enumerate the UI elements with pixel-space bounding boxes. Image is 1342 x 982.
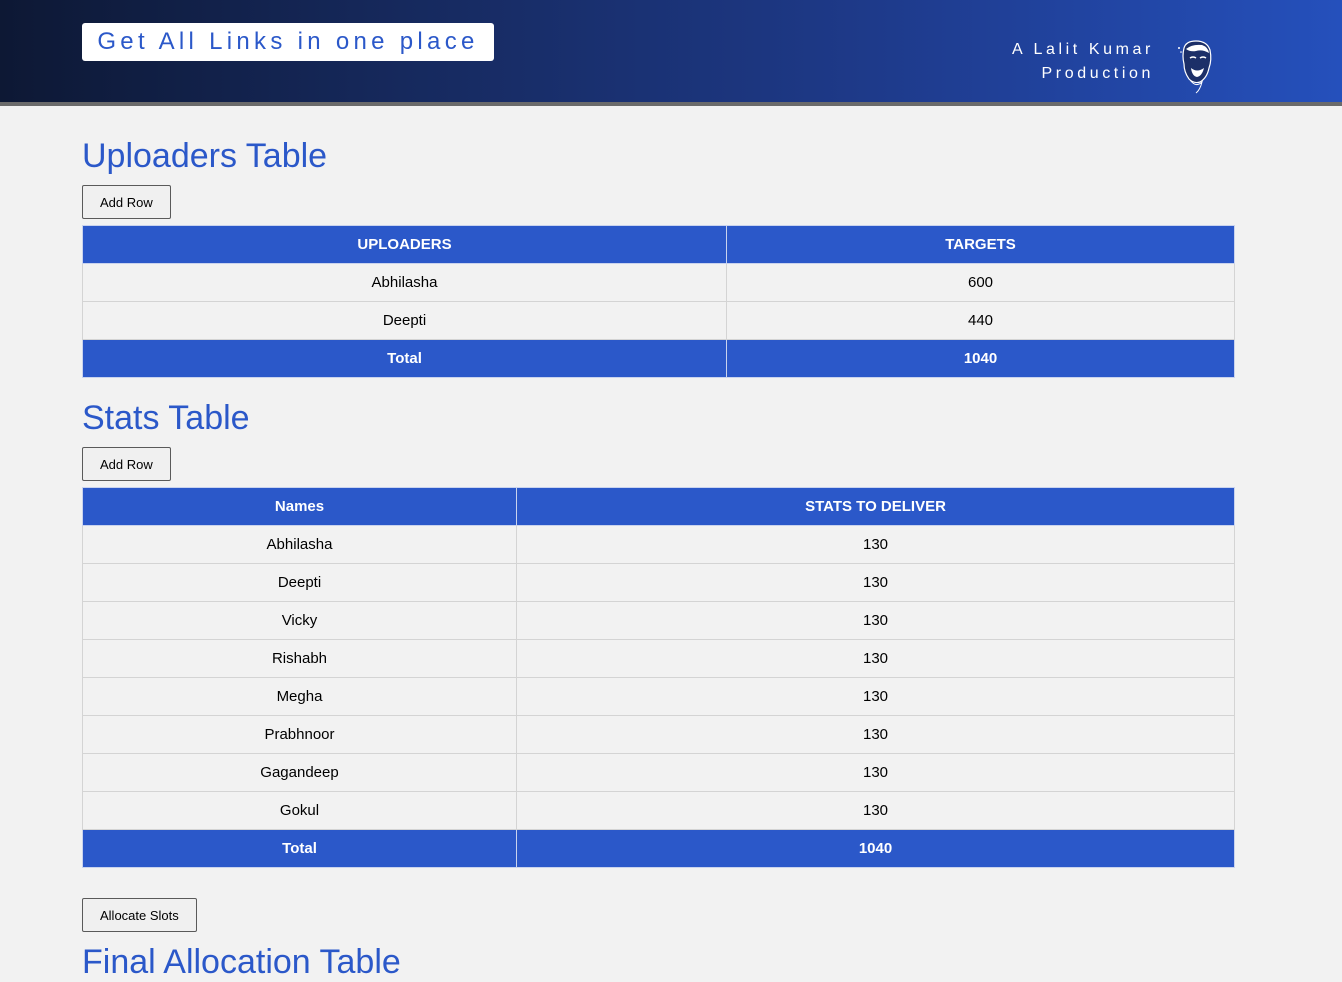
stats-value-cell[interactable]: 130 <box>516 715 1235 754</box>
stats-name-cell[interactable]: Deepti <box>82 563 517 602</box>
table-header-row: UPLOADERS TARGETS <box>82 225 1235 264</box>
stats-name-cell[interactable]: Prabhnoor <box>82 715 517 754</box>
target-value-cell[interactable]: 600 <box>726 263 1235 302</box>
uploader-name-cell[interactable]: Abhilasha <box>82 263 727 302</box>
column-header-names: Names <box>82 487 517 526</box>
stats-value-cell[interactable]: 130 <box>516 601 1235 640</box>
stats-name-cell[interactable]: Gagandeep <box>82 753 517 792</box>
total-label: Total <box>82 339 727 378</box>
table-row: Gagandeep 130 <box>82 753 1235 792</box>
total-row: Total 1040 <box>82 829 1235 868</box>
table-row: Abhilasha 130 <box>82 525 1235 564</box>
table-row: Megha 130 <box>82 677 1235 716</box>
stats-title: Stats Table <box>82 399 250 437</box>
stats-value-cell[interactable]: 130 <box>516 563 1235 602</box>
total-row: Total 1040 <box>82 339 1235 378</box>
stats-add-row-button[interactable]: Add Row <box>82 447 171 481</box>
total-label: Total <box>82 829 517 868</box>
stats-name-cell[interactable]: Rishabh <box>82 639 517 678</box>
table-row: Abhilasha 600 <box>82 263 1235 302</box>
credit-text: A Lalit Kumar Production <box>990 38 1154 86</box>
table-row: Prabhnoor 130 <box>82 715 1235 754</box>
stats-value-cell[interactable]: 130 <box>516 677 1235 716</box>
column-header-stats-to-deliver: STATS TO DELIVER <box>516 487 1235 526</box>
table-row: Rishabh 130 <box>82 639 1235 678</box>
target-value-cell[interactable]: 440 <box>726 301 1235 340</box>
final-allocation-title: Final Allocation Table <box>82 943 401 981</box>
brand-banner[interactable]: Get All Links in one place <box>82 23 494 61</box>
uploader-name-cell[interactable]: Deepti <box>82 301 727 340</box>
stats-name-cell[interactable]: Gokul <box>82 791 517 830</box>
uploaders-add-row-button[interactable]: Add Row <box>82 185 171 219</box>
stats-value-cell[interactable]: 130 <box>516 525 1235 564</box>
stats-table: Names STATS TO DELIVER Abhilasha 130 Dee… <box>82 487 1235 868</box>
stats-value-cell[interactable]: 130 <box>516 791 1235 830</box>
table-header-row: Names STATS TO DELIVER <box>82 487 1235 526</box>
uploaders-table: UPLOADERS TARGETS Abhilasha 600 Deepti 4… <box>82 225 1235 378</box>
stats-name-cell[interactable]: Megha <box>82 677 517 716</box>
stats-name-cell[interactable]: Vicky <box>82 601 517 640</box>
table-row: Gokul 130 <box>82 791 1235 830</box>
stats-name-cell[interactable]: Abhilasha <box>82 525 517 564</box>
app-header: Get All Links in one place A Lalit Kumar… <box>0 0 1342 106</box>
total-value: 1040 <box>726 339 1235 378</box>
column-header-uploaders: UPLOADERS <box>82 225 727 264</box>
stats-value-cell[interactable]: 130 <box>516 639 1235 678</box>
brand-title: Get All Links in one place <box>97 28 479 55</box>
table-row: Vicky 130 <box>82 601 1235 640</box>
total-value: 1040 <box>516 829 1235 868</box>
column-header-targets: TARGETS <box>726 225 1235 264</box>
credit-line-1: A Lalit Kumar <box>1012 41 1154 58</box>
table-row: Deepti 130 <box>82 563 1235 602</box>
stats-value-cell[interactable]: 130 <box>516 753 1235 792</box>
credit-line-2: Production <box>1041 65 1154 82</box>
table-row: Deepti 440 <box>82 301 1235 340</box>
author-portrait-icon <box>1178 40 1212 94</box>
allocate-slots-button[interactable]: Allocate Slots <box>82 898 197 932</box>
uploaders-title: Uploaders Table <box>82 137 328 175</box>
